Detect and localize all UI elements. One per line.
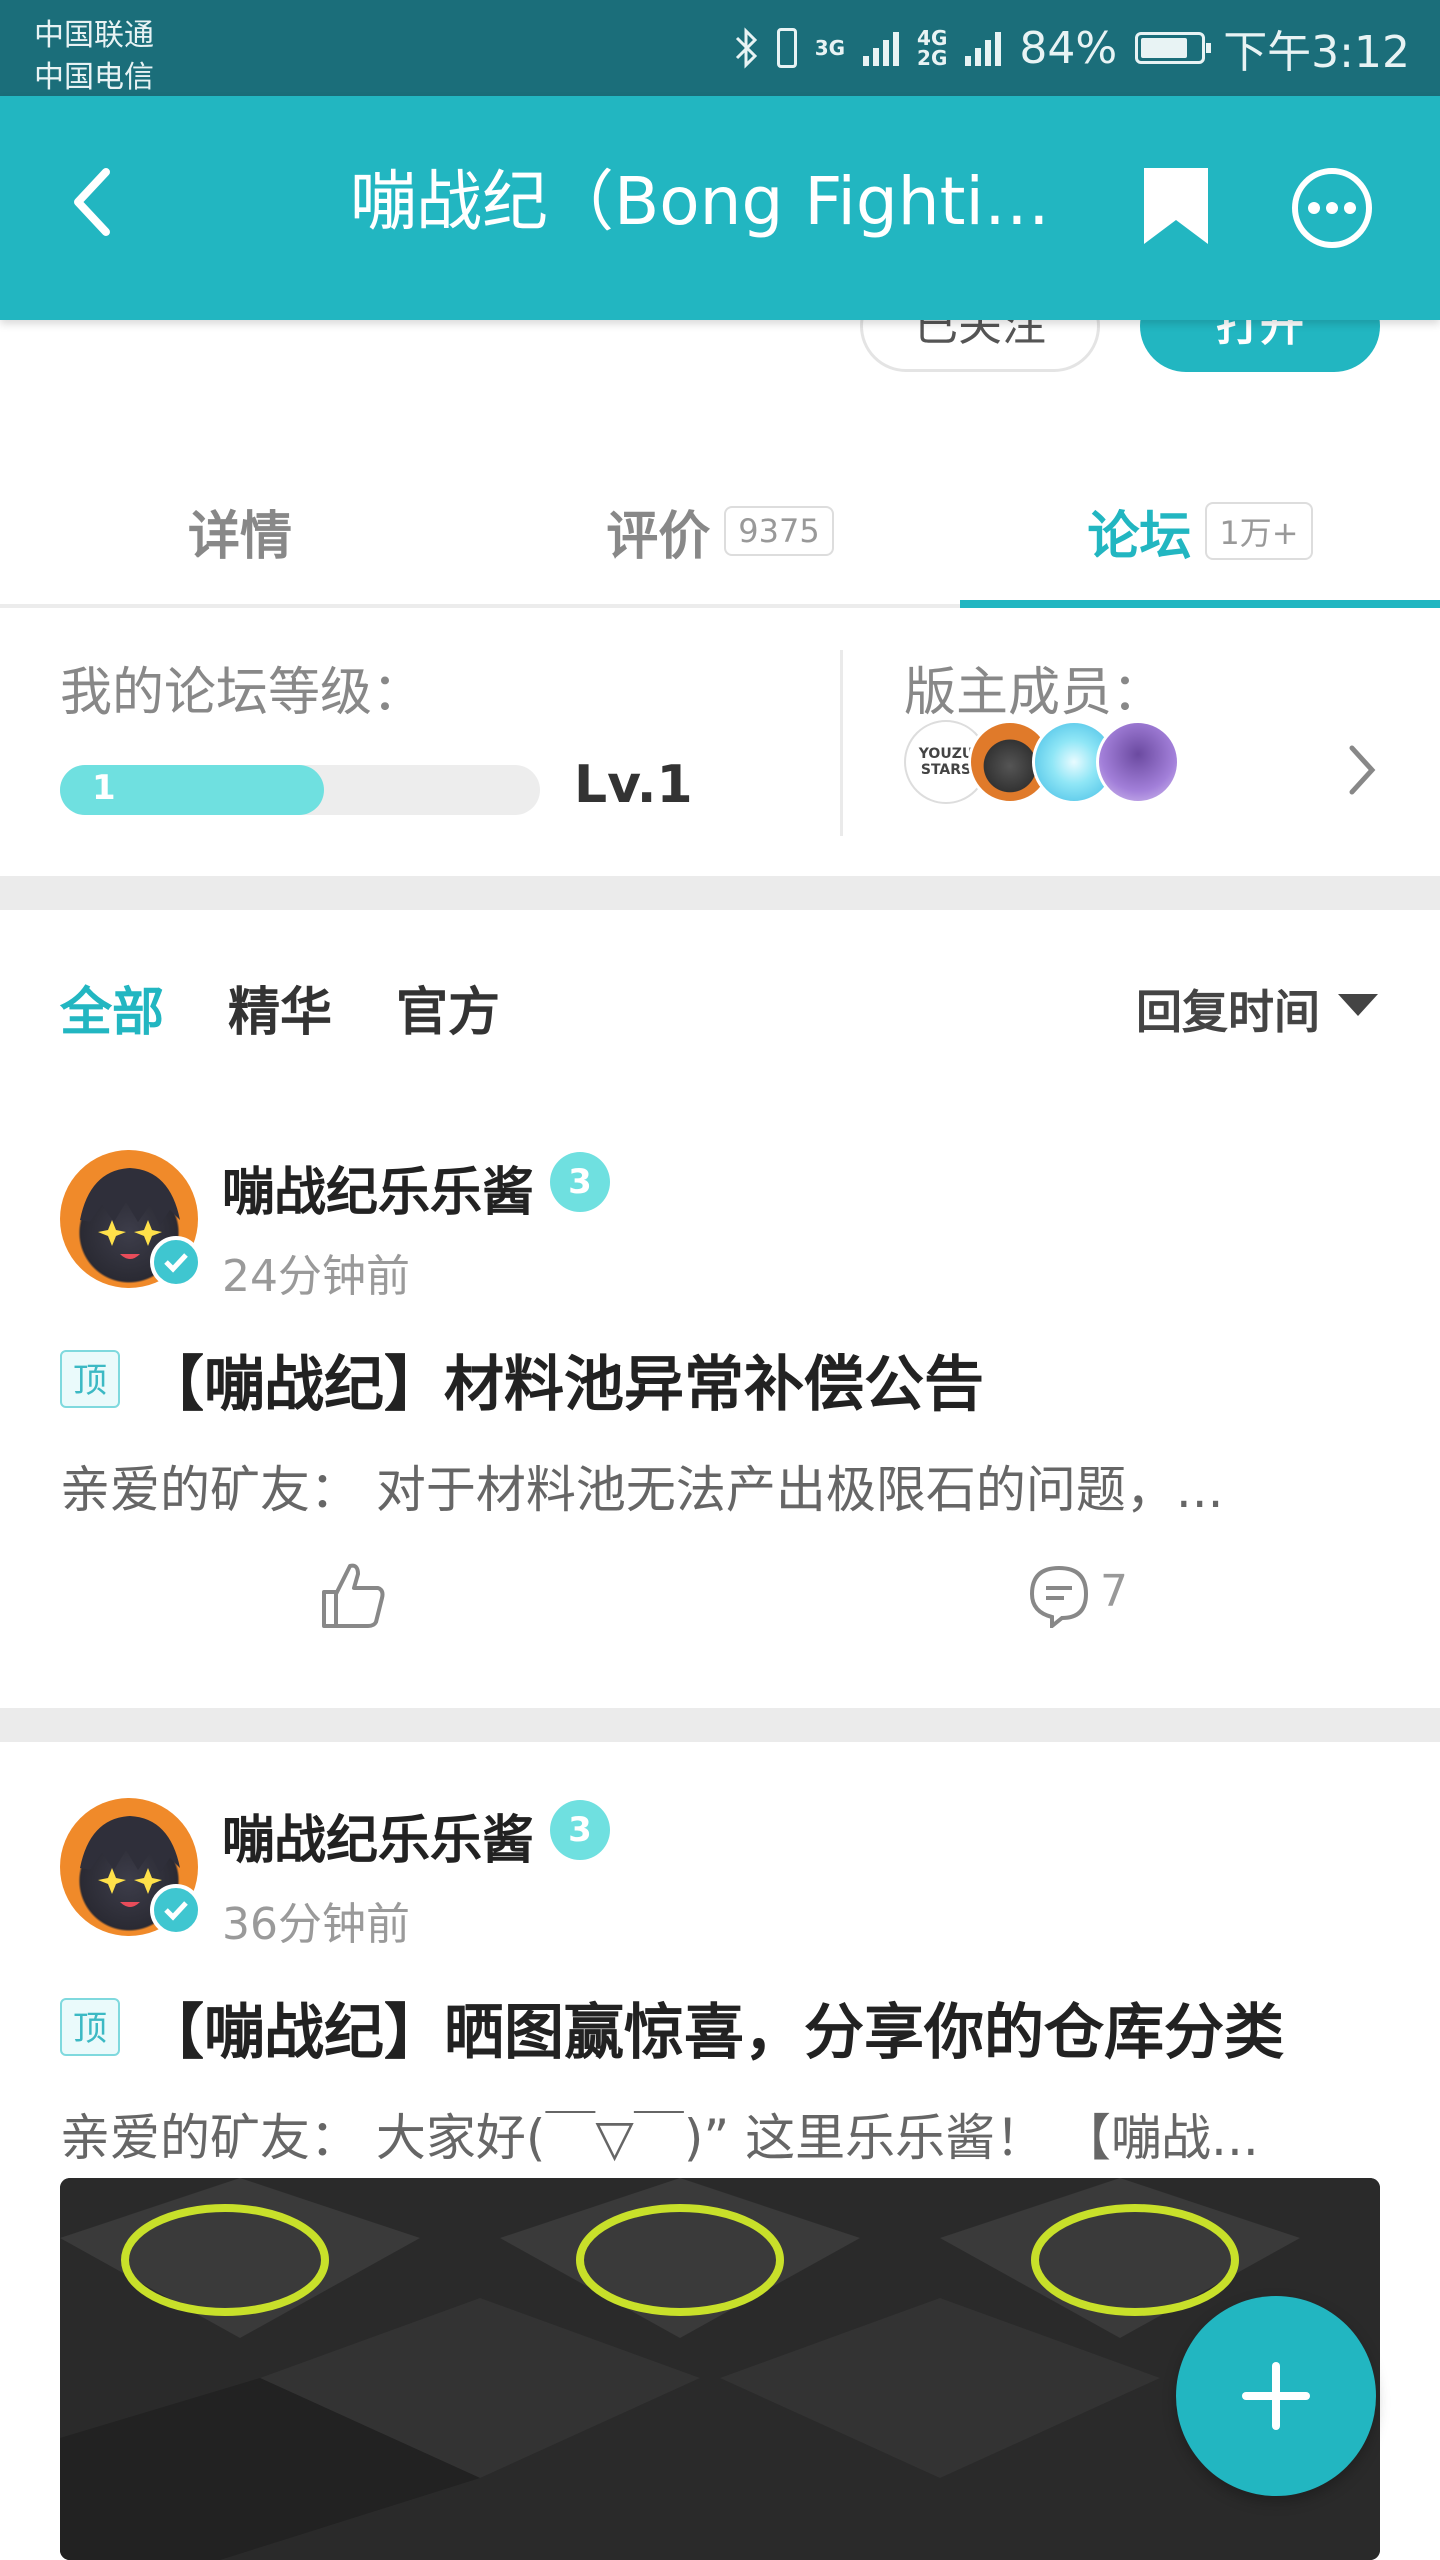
chevron-right-icon[interactable] — [1342, 740, 1382, 800]
tab-label: 详情 — [187, 506, 292, 567]
carrier-1: 中国联通 — [34, 18, 154, 53]
post-title[interactable]: 【嘣战纪】材料池异常补偿公告 — [144, 1336, 984, 1423]
forum-level-title: 我的论坛等级： — [60, 663, 425, 723]
sort-dropdown[interactable]: 回复时间 — [1136, 976, 1320, 1042]
tab-details[interactable]: 详情 — [0, 456, 480, 606]
tab-label: 评价 — [606, 506, 711, 567]
bookmark-icon[interactable] — [1140, 164, 1212, 248]
moderator-avatar[interactable] — [1096, 720, 1180, 804]
moderator-avatar-text: YOUZU STARS — [918, 746, 974, 778]
net-type-2: 4G 2G — [917, 28, 947, 68]
tab-indicator — [960, 600, 1440, 608]
section-divider — [840, 650, 843, 836]
back-chevron-icon[interactable] — [60, 162, 130, 242]
caret-down-icon[interactable] — [1338, 994, 1378, 1016]
page-title: 嘣战纪（Bong Fighting） — [350, 163, 1050, 240]
filter-all[interactable]: 全部 — [60, 970, 164, 1045]
verified-badge-icon — [150, 1884, 202, 1936]
comment-count: 7 — [1100, 1566, 1128, 1617]
net-1-label: 3G — [814, 36, 846, 60]
post-time: 36分钟前 — [222, 1899, 410, 1950]
level-progress-value: 1 — [92, 768, 116, 808]
author-name[interactable]: 嘣战纪乐乐酱 — [222, 1798, 534, 1873]
vibrate-icon — [776, 28, 797, 68]
status-bar: 中国联通 中国电信 3G 4G 2G 84% 下午3:12 — [0, 0, 1440, 96]
level-label: Lv.1 — [574, 755, 693, 815]
clock: 下午3:12 — [1223, 27, 1410, 78]
new-post-button[interactable] — [1176, 2296, 1376, 2496]
tab-count: 1万+ — [1205, 502, 1313, 560]
filter-featured[interactable]: 精华 — [228, 970, 332, 1045]
tab-reviews[interactable]: 评价 9375 — [480, 456, 960, 606]
post-card[interactable]: 嘣战纪乐乐酱 3 24分钟前 顶 【嘣战纪】材料池异常补偿公告 亲爱的矿友： 对… — [0, 1150, 1440, 1690]
more-icon[interactable] — [1290, 166, 1374, 250]
battery-icon — [1135, 32, 1212, 64]
filter-tabs: 全部 精华 官方 — [60, 970, 500, 1045]
post-title[interactable]: 【嘣战纪】晒图赢惊喜，分享你的仓库分类 — [144, 1984, 1284, 2071]
net-2a-label: 4G — [917, 26, 948, 50]
post-card[interactable]: 嘣战纪乐乐酱 3 36分钟前 顶 【嘣战纪】晒图赢惊喜，分享你的仓库分类 亲爱的… — [0, 1798, 1440, 2178]
post-excerpt[interactable]: 亲爱的矿友： 大家好(￣▽￣)” 这里乐乐酱！ 【嘣战... — [60, 2098, 1380, 2170]
author-name[interactable]: 嘣战纪乐乐酱 — [222, 1150, 534, 1225]
net-2b-label: 2G — [917, 46, 948, 70]
bluetooth-icon — [735, 27, 757, 69]
moderators-title[interactable]: 版主成员： — [904, 650, 1164, 725]
tab-forum[interactable]: 论坛 1万+ — [960, 456, 1440, 606]
comment-icon[interactable] — [1028, 1564, 1090, 1628]
author-level-badge: 3 — [550, 1152, 610, 1212]
thumbs-up-icon[interactable] — [320, 1560, 386, 1630]
net-type-1: 3G — [815, 38, 845, 58]
filter-official[interactable]: 官方 — [396, 970, 500, 1045]
battery-percent: 84% — [1019, 22, 1118, 74]
signal-1-icon — [863, 30, 900, 66]
author-level-badge: 3 — [550, 1800, 610, 1860]
tab-count: 9375 — [724, 506, 834, 556]
tab-label: 论坛 — [1087, 506, 1192, 567]
tab-bar: 详情 评价 9375 论坛 1万+ — [0, 456, 1440, 606]
post-excerpt[interactable]: 亲爱的矿友： 对于材料池无法产出极限石的问题，... — [60, 1450, 1380, 1522]
status-icons: 3G 4G 2G 84% 下午3:12 — [733, 18, 1410, 78]
verified-badge-icon — [150, 1236, 202, 1288]
pinned-tag: 顶 — [60, 1998, 120, 2056]
moderator-avatars[interactable]: YOUZU STARS — [904, 720, 1184, 806]
signal-2-icon — [965, 30, 1002, 66]
app-bar: 嘣战纪（Bong Fighting） — [0, 96, 1440, 320]
section-gap — [0, 876, 1440, 910]
post-time: 24分钟前 — [222, 1251, 410, 1302]
pinned-tag: 顶 — [60, 1350, 120, 1408]
plus-icon — [1242, 2362, 1310, 2430]
section-gap — [0, 1708, 1440, 1742]
carrier-2: 中国电信 — [34, 60, 154, 95]
